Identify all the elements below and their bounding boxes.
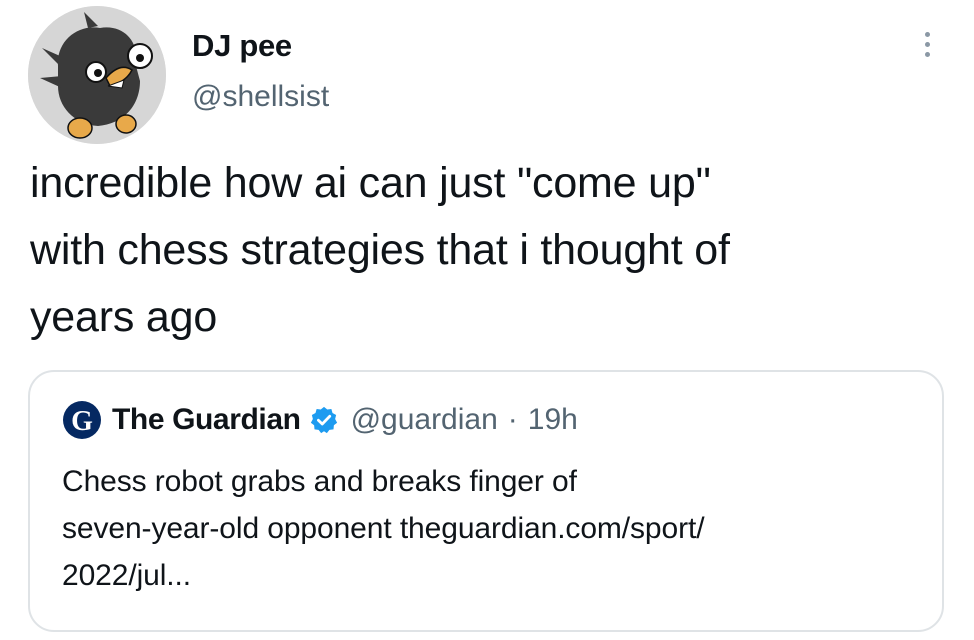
author-display-name[interactable]: DJ pee: [192, 28, 292, 64]
more-options-dot: [924, 51, 930, 57]
guardian-logo-icon: G: [63, 401, 101, 439]
quoted-tweet-card[interactable]: G The Guardian @guardian · 19h Chess rob…: [28, 370, 944, 632]
tweet-text-line: incredible how ai can just "come up": [30, 159, 711, 207]
quoted-author-name[interactable]: The Guardian: [112, 403, 301, 437]
quoted-tweet-text: Chess robot grabs and breaks finger of s…: [62, 458, 922, 599]
avatar[interactable]: [28, 6, 166, 144]
author-handle[interactable]: @shellsist: [192, 80, 329, 114]
more-options-dot: [924, 41, 930, 47]
quoted-text-line: Chess robot grabs and breaks finger of: [62, 465, 577, 498]
quoted-text-line: 2022/jul...: [62, 559, 191, 592]
meta-separator: ·: [507, 403, 518, 436]
quoted-text-line: seven-year-old opponent theguardian.com/…: [62, 512, 705, 545]
tweet-text: incredible how ai can just "come up" wit…: [30, 150, 950, 351]
more-options-icon: [924, 31, 930, 37]
cartoon-bird-avatar-icon: [28, 6, 166, 144]
tweet-text-line: with chess strategies that i thought of: [30, 226, 730, 274]
tweet-text-line: years ago: [30, 293, 218, 341]
more-options-button[interactable]: [912, 22, 942, 66]
svg-text:G: G: [71, 406, 93, 437]
verified-badge-icon: [310, 406, 337, 434]
tweet: DJ pee @shellsist incredible how ai can …: [0, 0, 974, 640]
quoted-tweet-timestamp[interactable]: 19h: [528, 403, 578, 437]
quoted-tweet-header: G The Guardian @guardian · 19h: [62, 400, 578, 440]
quoted-author-handle[interactable]: @guardian: [351, 403, 498, 437]
